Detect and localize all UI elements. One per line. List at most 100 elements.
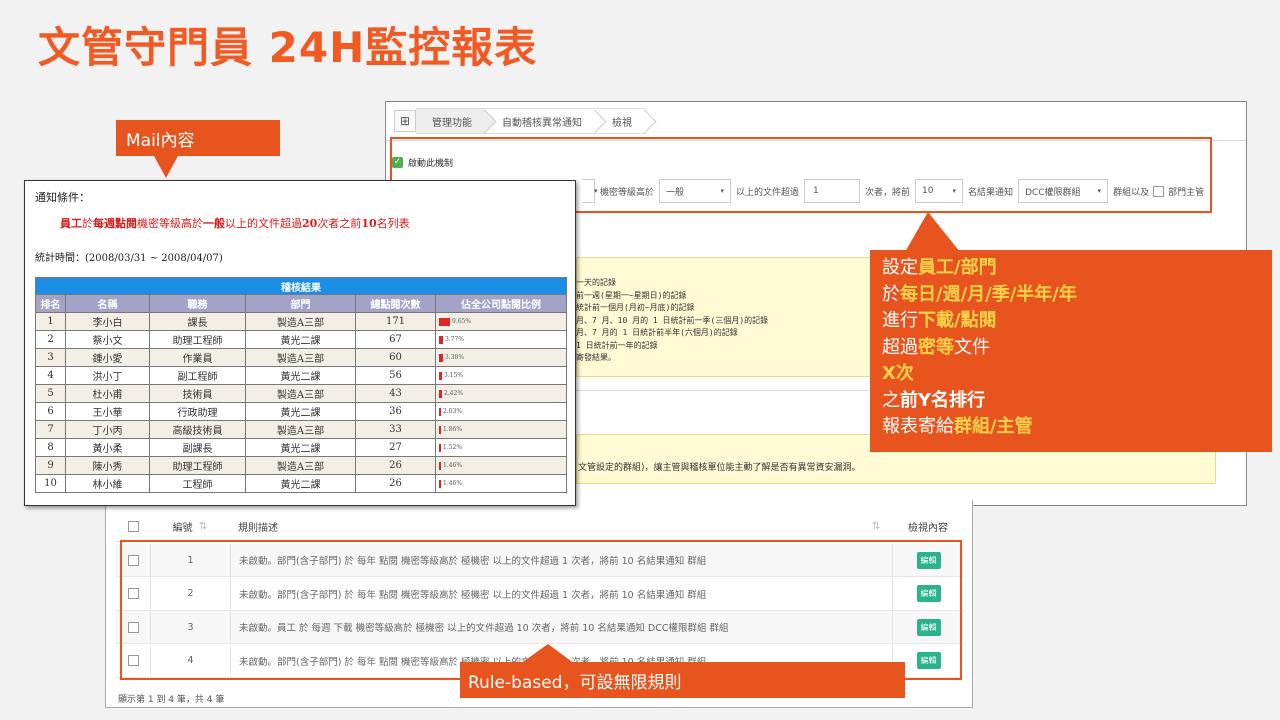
ratio-label: 3.38% — [445, 354, 465, 361]
table-header: 編號 ⇅ 規則描述 ⇅ 檢視內容 — [116, 512, 964, 542]
ratio-cell: 3.15% — [435, 366, 567, 385]
ratio-label: 2.03% — [443, 408, 463, 415]
breadcrumb: ⊞ 管理功能 自動稽核異常通知 檢視 — [394, 108, 646, 134]
mail-table-body: 1 李小白 課長 製造A三部 171 9.65% 2 蔡小文 助理工程師 黃光二課 67 3.77% 3… — [35, 312, 567, 493]
callout-segment: 於 — [882, 283, 900, 305]
breadcrumb-item[interactable]: 自動稽核異常通知 — [486, 108, 596, 134]
role-cell: 高級技術員 — [149, 420, 246, 439]
mail-condition-label: 通知條件： — [35, 191, 90, 204]
cond-part: 10 — [361, 217, 377, 230]
table-row: 8 黃小柔 副課長 黃光二課 27 1.52% — [35, 438, 567, 457]
table-row: 4 洪小丁 副工程師 黃光二課 56 3.15% — [35, 366, 567, 385]
ratio-label: 3.77% — [445, 336, 465, 343]
name-cell: 鍾小愛 — [65, 348, 150, 367]
callout-line: 設定員工/部門 — [882, 255, 1260, 282]
ratio-label: 1.46% — [443, 480, 463, 487]
dept-cell: 製造A三部 — [245, 420, 356, 439]
callout-line: 報表寄給群組/主管 — [882, 414, 1260, 441]
col-desc-header[interactable]: 規則描述 — [230, 512, 872, 541]
table-row: 1 李小白 課長 製造A三部 171 9.65% — [35, 312, 567, 331]
count-cell: 27 — [355, 438, 436, 457]
select-all-checkbox[interactable] — [127, 521, 139, 532]
role-cell: 技術員 — [149, 384, 246, 403]
breadcrumb-item[interactable]: 管理功能 — [416, 108, 486, 134]
name-cell: 李小白 — [65, 312, 150, 331]
ratio-bar-wrap: 3.77% — [436, 335, 566, 344]
callout-segment: X次 — [882, 363, 914, 384]
role-cell: 副課長 — [149, 438, 246, 457]
cond-part: 員工 — [60, 217, 82, 230]
callout-line: 之前Y名排行 — [882, 388, 1260, 415]
ratio-label: 3.15% — [444, 372, 464, 379]
ratio-bar — [439, 407, 441, 416]
table-row: 6 王小華 行政助理 黃光二課 36 2.03% — [35, 402, 567, 421]
ratio-cell: 1.46% — [435, 474, 567, 493]
callout-segment: 前Y名排行 — [900, 389, 986, 411]
col-header: 部門 — [245, 294, 356, 313]
table-row: 9 陳小秀 助理工程師 製造A三部 26 1.46% — [35, 456, 567, 475]
callout-segment: 群組/主管 — [954, 416, 1033, 437]
name-cell: 洪小丁 — [65, 366, 150, 385]
col-no-header[interactable]: 編號 ⇅ — [150, 512, 230, 541]
count-cell: 171 — [355, 312, 436, 331]
dept-cell: 製造A三部 — [245, 348, 356, 367]
cond-part: 一般 — [203, 217, 225, 230]
table-caption: 稽核結果 — [35, 277, 567, 295]
col-header: 佔全公司點閱比例 — [435, 294, 567, 313]
col-header: 名稱 — [65, 294, 150, 313]
callout-segment: 設定 — [882, 257, 918, 278]
cond-part: 每週 — [93, 217, 115, 230]
ratio-cell: 2.42% — [435, 384, 567, 403]
mail-panel: 通知條件： 員工於每週點閱機密等級高於一般以上的文件超過20次者之前10名列表 … — [24, 180, 576, 506]
rank-cell: 7 — [35, 420, 66, 439]
count-cell: 43 — [355, 384, 436, 403]
callout-segment: 員工/部門 — [918, 257, 997, 278]
role-cell: 助理工程師 — [149, 330, 246, 349]
sort-icon[interactable]: ⇅ — [872, 521, 892, 532]
rank-cell: 2 — [35, 330, 66, 349]
count-cell: 67 — [355, 330, 436, 349]
dept-cell: 黃光二課 — [245, 402, 356, 421]
cond-part: 點閱 — [115, 217, 137, 230]
ratio-label: 1.86% — [443, 426, 463, 433]
cond-part: 名列表 — [376, 217, 410, 230]
count-cell: 26 — [355, 456, 436, 475]
rank-cell: 8 — [35, 438, 66, 457]
rank-cell: 6 — [35, 402, 66, 421]
name-cell: 黃小柔 — [65, 438, 150, 457]
info-line: 寄發結果。 — [576, 353, 616, 362]
sitemap-icon[interactable]: ⊞ — [394, 110, 416, 132]
dept-cell: 黃光二課 — [245, 366, 356, 385]
info-line: 統計前一個月(月初~月底)的記錄 — [576, 303, 695, 312]
role-cell: 助理工程師 — [149, 456, 246, 475]
dept-cell: 製造A三部 — [245, 456, 356, 475]
name-cell: 王小華 — [65, 402, 150, 421]
name-cell: 林小維 — [65, 474, 150, 493]
ratio-cell: 1.46% — [435, 456, 567, 475]
col-view-label: 檢視內容 — [908, 523, 948, 534]
mail-callout: Mail內容 — [116, 120, 280, 178]
sort-icon[interactable]: ⇅ — [199, 521, 207, 532]
info-line: 月、7 月的 1 日統計前半年(六個月)的記錄 — [576, 328, 738, 337]
rank-cell: 1 — [35, 312, 66, 331]
table-footer: 顯示第 1 到 4 筆，共 4 筆 — [118, 695, 225, 705]
table-row: 2 蔡小文 助理工程師 黃光二課 67 3.77% — [35, 330, 567, 349]
info-line: 前一週(星期一~星期日)的記錄 — [576, 290, 687, 300]
ratio-bar-wrap: 1.46% — [436, 461, 566, 470]
col-header: 總點閱次數 — [355, 294, 436, 313]
mail-result-table: 稽核結果 排名 名稱 職務 部門 總點閱次數 佔全公司點閱比例 1 李小白 課長 製造… — [35, 277, 567, 493]
count-cell: 56 — [355, 366, 436, 385]
role-cell: 副工程師 — [149, 366, 246, 385]
feature-callout: 設定員工/部門 於每日/週/月/季/半年/年 進行下載/點閱 超過密等文件 X次 之前Y名… — [870, 250, 1272, 452]
col-view-header: 檢視內容 — [892, 512, 964, 541]
ratio-bar-wrap: 2.42% — [436, 389, 566, 398]
ratio-bar — [439, 317, 450, 326]
table-row: 7 丁小丙 高級技術員 製造A三部 33 1.86% — [35, 420, 567, 439]
name-cell: 丁小丙 — [65, 420, 150, 439]
rank-cell: 4 — [35, 366, 66, 385]
role-cell: 工程師 — [149, 474, 246, 493]
table-row: 3 鍾小愛 作業員 製造A三部 60 3.38% — [35, 348, 567, 367]
ratio-bar-wrap: 9.65% — [436, 317, 566, 326]
ratio-label: 2.42% — [444, 390, 464, 397]
info-line: 月、7 月、10 月的 1 日統計前一季(三個月)的記錄 — [576, 315, 769, 325]
